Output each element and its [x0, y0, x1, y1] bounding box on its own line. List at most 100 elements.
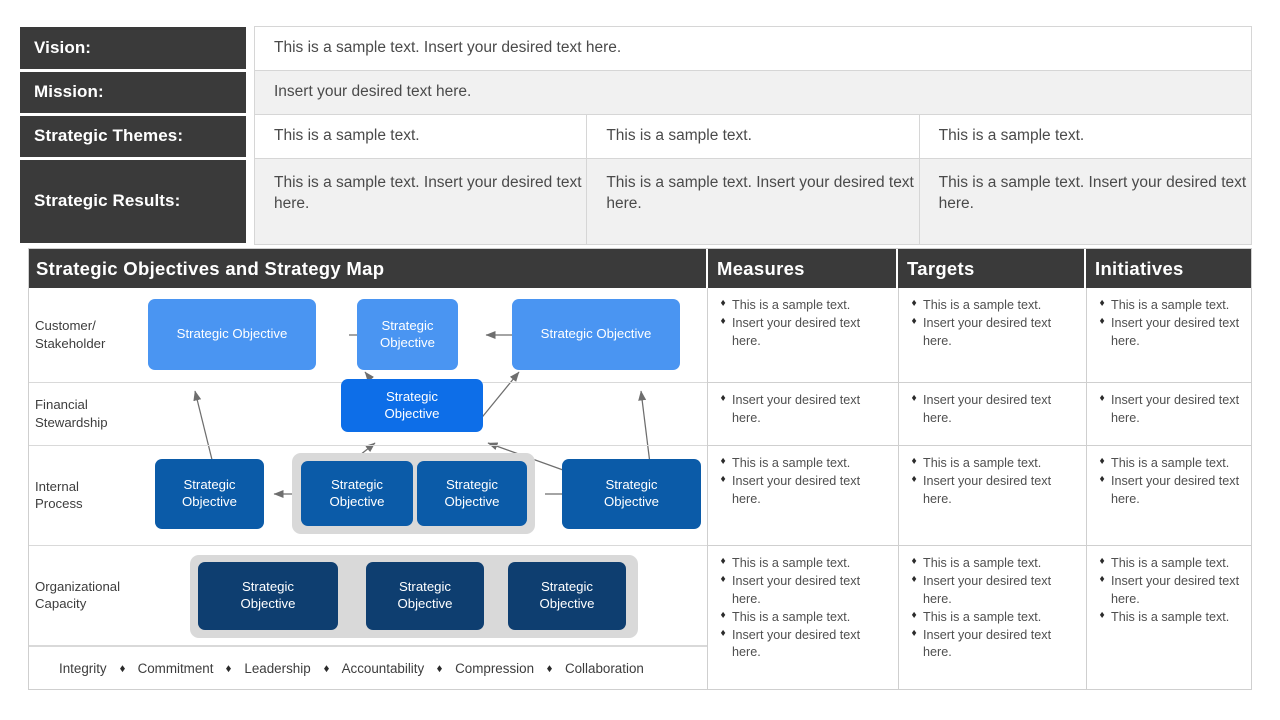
list-item: This is a sample text. — [1099, 455, 1245, 473]
objective-box-internal-4[interactable]: Strategic Objective — [562, 459, 701, 529]
initiatives-cell-organizational: This is a sample text.Insert your desire… — [1087, 546, 1251, 690]
list-item: This is a sample text. — [720, 297, 892, 315]
table-row-vision: Vision: This is a sample text. Insert yo… — [20, 26, 1252, 72]
strategic-theme-1: This is a sample text. — [253, 113, 588, 159]
objective-box-organizational-2[interactable]: Strategic Objective — [366, 562, 484, 630]
spacer — [246, 114, 255, 159]
row-label-strategic-results: Strategic Results: — [20, 158, 246, 246]
perspective-label-organizational: Organizational Capacity — [35, 578, 121, 612]
measures-column: This is a sample text.Insert your desire… — [708, 288, 899, 690]
diamond-icon: ◆ — [437, 663, 443, 673]
initiatives-cell-financial: Insert your desired text here. — [1087, 383, 1251, 446]
value-item-2: Leadership — [244, 661, 311, 676]
strategic-theme-2: This is a sample text. — [586, 113, 920, 159]
objective-box-customer-2[interactable]: Strategic Objective — [357, 299, 458, 370]
bullet-list: Insert your desired text here. — [1099, 392, 1245, 428]
table-row-strategic-themes: Strategic Themes: This is a sample text.… — [20, 113, 1253, 160]
list-item: This is a sample text. — [1099, 609, 1245, 627]
initiatives-cell-customer: This is a sample text.Insert your desire… — [1087, 288, 1251, 383]
value-item-5: Collaboration — [564, 661, 644, 676]
list-item: This is a sample text. — [720, 609, 892, 627]
list-item: This is a sample text. — [911, 455, 1080, 473]
list-item: This is a sample text. — [911, 609, 1080, 627]
list-item: Insert your desired text here. — [911, 573, 1080, 609]
value-item-3: Accountability — [341, 661, 425, 676]
bullet-list: This is a sample text.Insert your desire… — [720, 455, 892, 509]
objective-box-organizational-1[interactable]: Strategic Objective — [198, 562, 338, 630]
perspective-row-financial: Financial Stewardship Strategic Objective — [29, 379, 707, 446]
list-item: Insert your desired text here. — [911, 627, 1080, 663]
objective-box-customer-1[interactable]: Strategic Objective — [148, 299, 316, 370]
list-item: Insert your desired text here. — [1099, 392, 1245, 428]
perspective-label-internal: Internal Process — [35, 478, 83, 512]
strategy-map-panel: Strategic Objectives and Strategy Map Me… — [28, 248, 1252, 690]
list-item: This is a sample text. — [720, 455, 892, 473]
objective-label: Strategic Objective — [384, 388, 440, 421]
targets-cell-internal: This is a sample text.Insert your desire… — [899, 446, 1086, 546]
perspective-label-customer: Customer/Stakeholder — [35, 318, 106, 351]
value-item-0: Integrity — [59, 661, 107, 676]
objective-label: Strategic Objective — [397, 579, 453, 611]
objective-box-internal-1[interactable]: Strategic Objective — [155, 459, 264, 529]
list-item: Insert your desired text here. — [720, 473, 892, 509]
objective-label: Strategic Objective — [329, 476, 385, 509]
objective-label: Strategic Objective — [380, 317, 435, 350]
objective-label: Strategic Objective — [540, 326, 652, 342]
bullet-list: Insert your desired text here. — [720, 392, 892, 428]
targets-cell-financial: Insert your desired text here. — [899, 383, 1086, 446]
objective-label: Strategic Objective — [444, 476, 500, 509]
objective-label: Strategic Objective — [240, 579, 296, 611]
row-label-strategic-themes: Strategic Themes: — [20, 114, 246, 160]
list-item: Insert your desired text here. — [1099, 473, 1245, 509]
perspective-row-internal: Internal Process Strategic Objective Strat… — [29, 446, 707, 546]
objective-box-financial-1[interactable]: Strategic Objective — [341, 379, 483, 432]
strategic-result-2: This is a sample text. Insert your desir… — [586, 157, 920, 245]
initiatives-column: This is a sample text.Insert your desire… — [1087, 288, 1251, 690]
measures-cell-organizational: This is a sample text.Insert your desire… — [708, 546, 898, 690]
bullet-list: This is a sample text.Insert your desire… — [720, 297, 892, 351]
column-header-initiatives: Initiatives — [1095, 257, 1184, 279]
list-item: Insert your desired text here. — [720, 315, 892, 351]
objective-label: Strategic Objective — [604, 477, 659, 509]
diamond-icon: ◆ — [323, 663, 329, 673]
panel-header-row: Strategic Objectives and Strategy Map Me… — [29, 249, 1251, 288]
table-row-strategic-results: Strategic Results: This is a sample text… — [20, 157, 1253, 246]
table-row-mission: Mission: Insert your desired text here. — [20, 69, 1252, 116]
objective-box-internal-3[interactable]: Strategic Objective — [417, 461, 527, 526]
measures-cell-customer: This is a sample text.Insert your desire… — [708, 288, 898, 383]
bullet-list: This is a sample text.Insert your desire… — [911, 455, 1080, 509]
measures-cell-financial: Insert your desired text here. — [708, 383, 898, 446]
objective-label: Strategic Objective — [182, 477, 237, 509]
objective-box-internal-2[interactable]: Strategic Objective — [301, 461, 413, 526]
list-item: Insert your desired text here. — [1099, 573, 1245, 609]
list-item: This is a sample text. — [911, 555, 1080, 573]
targets-cell-customer: This is a sample text.Insert your desire… — [899, 288, 1086, 383]
list-item: Insert your desired text here. — [720, 573, 892, 609]
strategic-theme-3: This is a sample text. — [918, 113, 1253, 159]
spacer — [246, 26, 255, 71]
panel-body: Customer/Stakeholder Strategic Objective… — [29, 288, 1251, 690]
list-item: Insert your desired text here. — [1099, 315, 1245, 351]
list-item: Insert your desired text here. — [911, 392, 1080, 428]
targets-column: This is a sample text.Insert your desire… — [899, 288, 1087, 690]
list-item: Insert your desired text here. — [911, 315, 1080, 351]
list-item: This is a sample text. — [720, 555, 892, 573]
column-header-strategy-map: Strategic Objectives and Strategy Map — [29, 249, 708, 288]
diamond-icon: ◆ — [546, 663, 552, 673]
diamond-icon: ◆ — [119, 663, 125, 673]
perspective-row-customer: Customer/Stakeholder Strategic Objective… — [29, 288, 707, 383]
list-item: This is a sample text. — [1099, 297, 1245, 315]
row-label-vision: Vision: — [20, 26, 246, 72]
mission-text: Insert your desired text here. — [254, 69, 1252, 115]
perspective-row-organizational: Organizational Capacity Strategic Objectiv… — [29, 546, 707, 646]
list-item: This is a sample text. — [911, 297, 1080, 315]
bullet-list: This is a sample text.Insert your desire… — [1099, 297, 1245, 351]
measures-cell-internal: This is a sample text.Insert your desire… — [708, 446, 898, 546]
objective-box-customer-3[interactable]: Strategic Objective — [512, 299, 680, 370]
objective-box-organizational-3[interactable]: Strategic Objective — [508, 562, 626, 630]
list-item: This is a sample text. — [1099, 555, 1245, 573]
bullet-list: This is a sample text.Insert your desire… — [720, 555, 892, 662]
value-item-1: Commitment — [137, 661, 214, 676]
list-item: Insert your desired text here. — [720, 392, 892, 428]
spacer — [246, 70, 255, 115]
